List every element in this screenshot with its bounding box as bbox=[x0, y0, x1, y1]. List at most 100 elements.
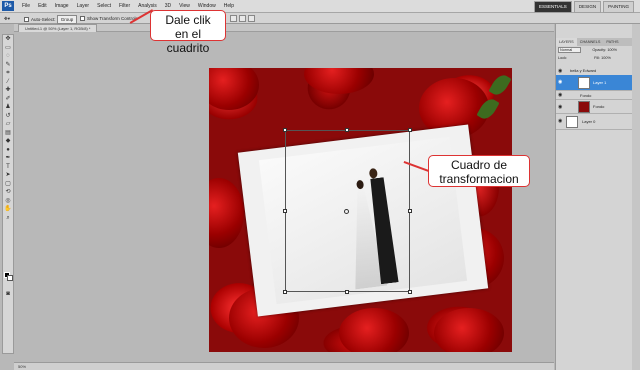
callout-click-text: Dale clik en el cuadrito bbox=[165, 13, 211, 55]
transform-handle-top-right[interactable] bbox=[408, 128, 412, 132]
rose-petal bbox=[339, 308, 409, 352]
hand-tool-icon[interactable]: ✋ bbox=[3, 205, 13, 214]
transform-handle-right[interactable] bbox=[408, 209, 412, 213]
type-tool-icon[interactable]: T bbox=[3, 163, 13, 172]
eye-icon[interactable]: ◉ bbox=[558, 68, 562, 74]
callout-transform-box: Cuadro de transformacion bbox=[428, 155, 530, 187]
right-panel-dock: LAYERS CHANNELS PATHS Normal Opacity: 10… bbox=[555, 24, 640, 370]
layer-row[interactable]: ◉ Fondo bbox=[556, 100, 633, 114]
pen-tool-icon[interactable]: ✒ bbox=[3, 154, 13, 163]
menu-layer[interactable]: Layer bbox=[73, 0, 94, 13]
healing-tool-icon[interactable]: ✚ bbox=[3, 86, 13, 95]
rose-petal bbox=[209, 178, 244, 248]
fill-label: Fill: bbox=[594, 56, 601, 60]
layer-row[interactable]: ◉ Layer 0 bbox=[556, 114, 633, 130]
eye-icon[interactable]: ◉ bbox=[558, 79, 562, 85]
lasso-tool-icon[interactable]: ◌ bbox=[3, 52, 13, 61]
rose-leaf bbox=[488, 71, 512, 99]
auto-select-checkbox[interactable] bbox=[24, 17, 29, 23]
auto-select-option[interactable]: Auto-Select: Group bbox=[24, 15, 78, 24]
lock-label: Lock: bbox=[558, 56, 568, 60]
layer-thumbnail bbox=[578, 101, 590, 113]
fill-value[interactable]: 100% bbox=[601, 56, 611, 60]
3d-rotate-tool-icon[interactable]: ⟲ bbox=[3, 188, 13, 197]
gradient-tool-icon[interactable]: ▤ bbox=[3, 129, 13, 138]
blur-tool-icon[interactable]: ◆ bbox=[3, 137, 13, 146]
dodge-tool-icon[interactable]: ● bbox=[3, 146, 13, 155]
menu-edit[interactable]: Edit bbox=[34, 0, 51, 13]
align-left-icon[interactable] bbox=[230, 15, 237, 22]
options-bar: ✥▾ Auto-Select: Group Show Transform Con… bbox=[0, 13, 640, 24]
transform-handle-bottom[interactable] bbox=[345, 290, 349, 294]
transform-handle-top-left[interactable] bbox=[283, 128, 287, 132]
eye-icon[interactable]: ◉ bbox=[558, 92, 562, 98]
move-tool-icon[interactable]: ✥▾ bbox=[4, 15, 10, 22]
transform-handle-bottom-right[interactable] bbox=[408, 290, 412, 294]
background-color-swatch[interactable] bbox=[7, 275, 13, 281]
menu-select[interactable]: Select bbox=[93, 0, 115, 13]
layer-row-selected[interactable]: ◉ Layer 1 bbox=[556, 75, 633, 91]
history-brush-tool-icon[interactable]: ↺ bbox=[3, 112, 13, 121]
3d-orbit-tool-icon[interactable]: ◎ bbox=[3, 197, 13, 206]
menu-file[interactable]: File bbox=[18, 0, 34, 13]
transform-handle-left[interactable] bbox=[283, 209, 287, 213]
transform-handle-bottom-left[interactable] bbox=[283, 290, 287, 294]
stamp-tool-icon[interactable]: ♟ bbox=[3, 103, 13, 112]
tab-channels[interactable]: CHANNELS bbox=[577, 38, 604, 46]
layer-row[interactable]: ◉ Fondo bbox=[556, 91, 633, 100]
workspace-painting[interactable]: PAINTING bbox=[603, 1, 634, 13]
document-tab[interactable]: Untitled-1 @ 50% (Layer 1, RGB/8) * bbox=[18, 24, 98, 32]
eraser-tool-icon[interactable]: ▱ bbox=[3, 120, 13, 129]
layers-panel-tabs: LAYERS CHANNELS PATHS bbox=[556, 38, 633, 46]
rose-petal bbox=[434, 308, 504, 352]
tab-paths[interactable]: PATHS bbox=[603, 38, 621, 46]
blend-mode-select[interactable]: Normal bbox=[558, 47, 582, 53]
align-right-icon[interactable] bbox=[248, 15, 255, 22]
workspace-essentials[interactable]: ESSENTIALS bbox=[534, 1, 572, 13]
transform-bounding-box[interactable] bbox=[283, 128, 412, 294]
document-tab-bar: Untitled-1 @ 50% (Layer 1, RGB/8) * bbox=[14, 24, 554, 32]
zoom-readout[interactable]: 50% bbox=[18, 364, 26, 369]
eye-icon[interactable]: ◉ bbox=[558, 104, 562, 110]
photoshop-logo-icon: Ps bbox=[2, 1, 14, 11]
eye-icon[interactable]: ◉ bbox=[558, 118, 562, 124]
opacity-value[interactable]: 100% bbox=[607, 48, 617, 52]
crop-tool-icon[interactable]: ⌗ bbox=[3, 69, 13, 78]
layer-thumbnail bbox=[578, 77, 590, 89]
auto-select-dropdown[interactable]: Group bbox=[56, 15, 78, 24]
document-canvas[interactable] bbox=[209, 68, 512, 352]
callout-click-box: Dale clik en el cuadrito bbox=[150, 10, 226, 55]
blend-opacity-row: Normal Opacity: 100% bbox=[556, 47, 633, 54]
toolbox: ✥ ▭ ◌ ✎ ⌗ ⁄ ✚ ✐ ♟ ↺ ▱ ▤ ◆ ● ✒ T ➤ ▢ ⟲ ◎ … bbox=[2, 34, 14, 354]
eyedropper-tool-icon[interactable]: ⁄ bbox=[3, 78, 13, 87]
menu-bar: Ps File Edit Image Layer Select Filter A… bbox=[0, 0, 640, 13]
show-transform-checkbox[interactable] bbox=[80, 16, 85, 22]
panel-icon-strip bbox=[632, 24, 640, 370]
path-select-tool-icon[interactable]: ➤ bbox=[3, 171, 13, 180]
menu-image[interactable]: Image bbox=[51, 0, 73, 13]
rose-petal bbox=[304, 68, 374, 94]
workspace-design[interactable]: DESIGN bbox=[573, 1, 602, 13]
zoom-tool-icon[interactable]: ⌕ bbox=[3, 214, 13, 223]
menu-filter[interactable]: Filter bbox=[115, 0, 134, 13]
align-center-icon[interactable] bbox=[239, 15, 246, 22]
layer-name: Layer 1 bbox=[593, 80, 607, 85]
quick-mask-icon[interactable]: ◙ bbox=[3, 290, 13, 299]
auto-select-label: Auto-Select: bbox=[31, 17, 56, 22]
layer-name: Fondo bbox=[580, 93, 592, 98]
layer-thumbnail bbox=[566, 116, 578, 128]
rose-petal bbox=[209, 68, 259, 110]
shape-tool-icon[interactable]: ▢ bbox=[3, 180, 13, 189]
transform-handle-top[interactable] bbox=[345, 128, 349, 132]
lock-fill-row: Lock: Fill: 100% bbox=[556, 55, 633, 62]
quick-select-tool-icon[interactable]: ✎ bbox=[3, 61, 13, 70]
callout-transform-text: Cuadro de transformacion bbox=[439, 158, 519, 186]
brush-tool-icon[interactable]: ✐ bbox=[3, 95, 13, 104]
layer-name: Layer 0 bbox=[582, 119, 596, 124]
marquee-tool-icon[interactable]: ▭ bbox=[3, 44, 13, 53]
transform-center-point[interactable] bbox=[344, 209, 349, 214]
opacity-label: Opacity: bbox=[592, 48, 607, 52]
tab-layers[interactable]: LAYERS bbox=[556, 38, 577, 46]
move-tool-icon[interactable]: ✥ bbox=[3, 35, 13, 44]
workspace-switcher: ESSENTIALS DESIGN PAINTING bbox=[534, 1, 634, 13]
